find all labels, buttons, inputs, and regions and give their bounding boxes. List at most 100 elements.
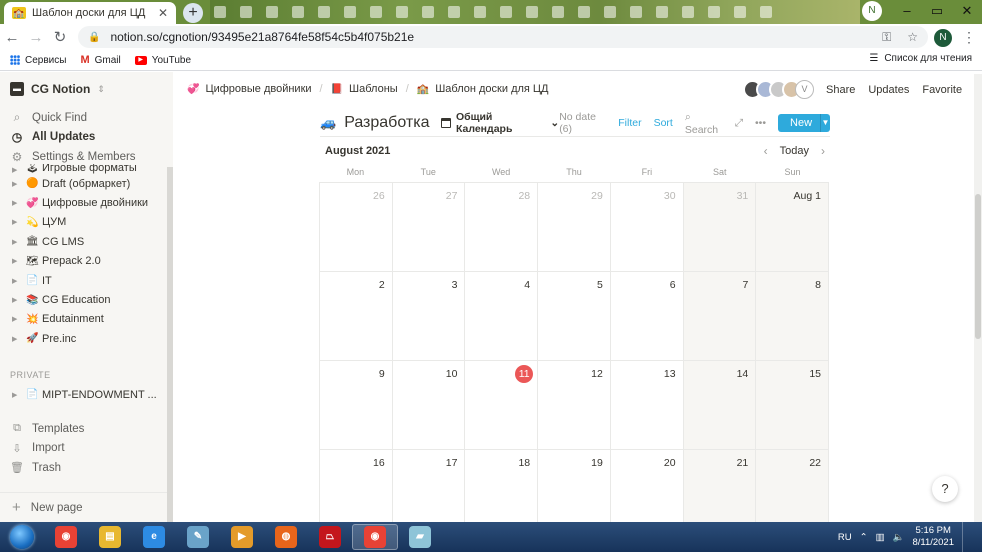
expand-arrow-icon[interactable]: ▶ <box>12 238 26 246</box>
expand-arrow-icon[interactable]: ▶ <box>12 391 26 399</box>
calendar-day-cell[interactable]: 12 <box>538 361 611 450</box>
inactive-tab-icon[interactable] <box>526 6 538 18</box>
calendar-day-cell[interactable]: 15 <box>756 361 829 450</box>
url-input[interactable]: 🔒 notion.so/cgnotion/93495e21a8764fe58f5… <box>78 26 928 48</box>
inactive-tab-icon[interactable] <box>266 6 278 18</box>
sort-button[interactable]: Sort <box>654 117 673 129</box>
taskbar-app-notes[interactable]: ▰ <box>398 524 442 550</box>
calendar-day-cell[interactable]: 11 <box>465 361 539 450</box>
breadcrumb-item[interactable]: Шаблон доски для ЦД <box>435 83 548 95</box>
profile-avatar[interactable]: N <box>862 1 882 21</box>
sidebar-item-templates[interactable]: ⧉ Templates <box>10 419 84 439</box>
sidebar-item-quick-find[interactable]: ⌕ Quick Find <box>10 108 136 128</box>
clock[interactable]: 5:16 PM 8/11/2021 <box>912 525 954 549</box>
inactive-tab-icon[interactable] <box>656 6 668 18</box>
taskbar-app-chrome-active[interactable]: ◉ <box>352 524 398 550</box>
inactive-tab-icon[interactable] <box>552 6 564 18</box>
inactive-tab-icon[interactable] <box>682 6 694 18</box>
taskbar-app-firefox[interactable]: ◍ <box>264 524 308 550</box>
expand-arrow-icon[interactable]: ▶ <box>12 277 26 285</box>
calendar-day-cell[interactable]: 5 <box>538 272 611 361</box>
expand-icon[interactable]: ⤢ <box>735 117 743 130</box>
back-arrow-icon[interactable]: ← <box>0 29 24 46</box>
sidebar-item-import[interactable]: ⇩ Import <box>10 439 84 459</box>
updates-button[interactable]: Updates <box>868 84 909 96</box>
inactive-tab-icon[interactable] <box>604 6 616 18</box>
close-window-button[interactable]: ✕ <box>952 0 982 22</box>
calendar-day-cell[interactable]: 31 <box>683 183 757 272</box>
forward-arrow-icon[interactable]: → <box>24 29 48 46</box>
view-selector[interactable]: Общий Календарь ⌄ <box>441 111 559 135</box>
sidebar-page-item[interactable]: ▶ 🕹 Игровые форматы <box>0 164 167 174</box>
no-date-button[interactable]: No date (6) <box>559 111 606 135</box>
reload-icon[interactable]: ↻ <box>48 28 72 46</box>
bookmark-services[interactable]: Сервисы <box>10 55 66 66</box>
minimize-button[interactable]: – <box>892 0 922 22</box>
calendar-day-cell[interactable]: 7 <box>683 272 757 361</box>
sidebar-item-trash[interactable]: 🗑 Trash <box>10 458 84 478</box>
sidebar-page-item[interactable]: ▶ 📄 MIPT-ENDOWMENT ... <box>0 385 167 404</box>
expand-arrow-icon[interactable]: ▶ <box>12 180 26 188</box>
inactive-tab-icon[interactable] <box>370 6 382 18</box>
chevron-left-icon[interactable]: ‹ <box>764 144 768 158</box>
calendar-day-cell[interactable]: 26 <box>320 183 393 272</box>
expand-arrow-icon[interactable]: ▶ <box>12 166 26 174</box>
sidebar-page-item[interactable]: ▶ 📚 CG Education <box>0 290 167 309</box>
inactive-tab-icon[interactable] <box>760 6 772 18</box>
taskbar-app-explorer[interactable]: ▤ <box>88 524 132 550</box>
calendar-day-cell[interactable]: 8 <box>756 272 829 361</box>
sidebar-page-item[interactable]: ▶ 🚀 Pre.inc <box>0 329 167 348</box>
calendar-day-cell[interactable]: 6 <box>610 272 684 361</box>
calendar-day-cell[interactable]: 28 <box>465 183 539 272</box>
expand-arrow-icon[interactable]: ▶ <box>12 296 26 304</box>
browser-menu-icon[interactable]: ⋮ <box>962 29 976 46</box>
scrollbar-thumb[interactable] <box>975 194 981 339</box>
sidebar-scrollbar[interactable] <box>167 167 173 522</box>
new-button[interactable]: New ▼ <box>778 114 830 132</box>
inactive-tab-icon[interactable] <box>292 6 304 18</box>
calendar-day-cell[interactable]: 9 <box>320 361 393 450</box>
reading-list[interactable]: ☰ Список для чтения <box>869 53 972 64</box>
new-tab-button[interactable]: + <box>183 3 203 23</box>
calendar-day-cell[interactable]: 4 <box>465 272 539 361</box>
taskbar-app-internet-explorer[interactable]: e <box>132 524 176 550</box>
tray-arrow-icon[interactable]: ⌃ <box>860 532 868 543</box>
filter-button[interactable]: Filter <box>618 117 641 129</box>
volume-icon[interactable]: 🔈 <box>893 532 905 543</box>
taskbar-app-acrobat[interactable]: ⏢ <box>308 524 352 550</box>
expand-arrow-icon[interactable]: ▶ <box>12 199 26 207</box>
show-desktop-button[interactable] <box>962 522 970 552</box>
inactive-tab-icon[interactable] <box>708 6 720 18</box>
inactive-tab-icon[interactable] <box>500 6 512 18</box>
inactive-tab-icon[interactable] <box>344 6 356 18</box>
inactive-tab-icon[interactable] <box>474 6 486 18</box>
inactive-tab-icon[interactable] <box>318 6 330 18</box>
calendar-day-cell[interactable]: 2 <box>320 272 393 361</box>
sidebar-page-item[interactable]: ▶ 💫 ЦУМ <box>0 213 167 232</box>
favorite-button[interactable]: Favorite <box>922 84 962 96</box>
expand-arrow-icon[interactable]: ▶ <box>12 218 26 226</box>
bookmark-youtube[interactable]: ▶ YouTube <box>134 55 191 66</box>
inactive-tab-icon[interactable] <box>734 6 746 18</box>
calendar-day-cell[interactable]: 3 <box>392 272 466 361</box>
lock-icon[interactable]: 🔒 <box>88 32 100 43</box>
inactive-tab-icon[interactable] <box>448 6 460 18</box>
workspace-switcher[interactable]: ▬ CG Notion ⇕ <box>10 82 105 96</box>
taskbar-app-chrome[interactable]: ◉ <box>44 524 88 550</box>
network-icon[interactable]: ▥ <box>876 532 885 543</box>
key-icon[interactable]: ⚿ <box>882 30 891 45</box>
new-button-label[interactable]: New <box>778 114 820 132</box>
today-button[interactable]: Today <box>780 145 809 157</box>
maximize-button[interactable]: ▭ <box>922 0 952 22</box>
chevron-right-icon[interactable]: › <box>821 144 825 158</box>
taskbar-app-media-player[interactable]: ▶ <box>220 524 264 550</box>
sidebar-page-item[interactable]: ▶ 🏛 CG LMS <box>0 232 167 251</box>
sidebar-page-item[interactable]: ▶ 🟠 Draft (обрмаркет) <box>0 174 167 193</box>
account-avatar[interactable]: N <box>934 29 952 47</box>
taskbar-app-tool[interactable]: ✎ <box>176 524 220 550</box>
sidebar-item-all-updates[interactable]: ◷ All Updates <box>10 128 136 148</box>
inactive-tab-icon[interactable] <box>578 6 590 18</box>
inactive-tab-icon[interactable] <box>422 6 434 18</box>
calendar-day-cell[interactable]: 27 <box>392 183 466 272</box>
calendar-day-cell[interactable]: 10 <box>392 361 466 450</box>
